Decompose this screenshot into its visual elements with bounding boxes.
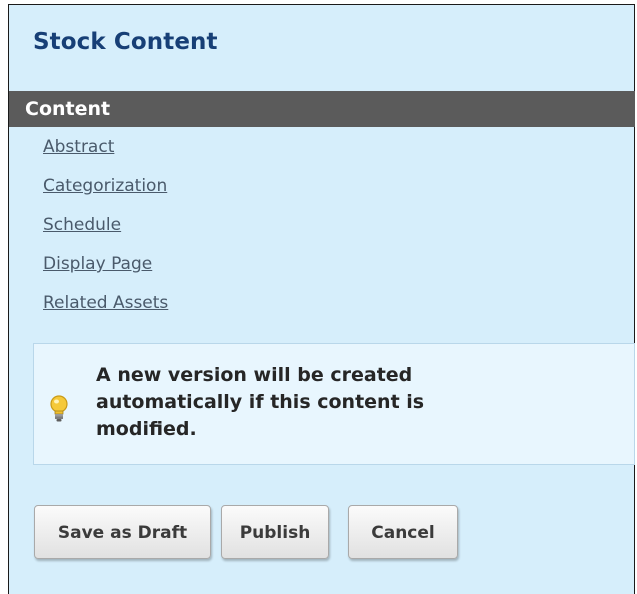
list-item: Abstract	[43, 137, 168, 176]
display-page-link[interactable]: Display Page	[43, 254, 152, 274]
related-assets-link[interactable]: Related Assets	[43, 293, 168, 313]
lightbulb-icon	[50, 395, 68, 422]
version-notice: A new version will be created automatica…	[33, 343, 635, 465]
cancel-button[interactable]: Cancel	[348, 505, 458, 559]
categorization-link[interactable]: Categorization	[43, 176, 167, 196]
save-as-draft-button[interactable]: Save as Draft	[34, 505, 211, 559]
list-item: Related Assets	[43, 293, 168, 332]
list-item: Categorization	[43, 176, 168, 215]
list-item: Schedule	[43, 215, 168, 254]
list-item: Display Page	[43, 254, 168, 293]
schedule-link[interactable]: Schedule	[43, 215, 121, 235]
panel-title: Stock Content	[33, 29, 218, 55]
content-links-list: Abstract Categorization Schedule Display…	[43, 137, 168, 332]
abstract-link[interactable]: Abstract	[43, 137, 114, 157]
publish-button[interactable]: Publish	[221, 505, 329, 559]
stock-content-panel: Stock Content Content Abstract Categoriz…	[8, 4, 635, 594]
notice-message: A new version will be created automatica…	[96, 364, 425, 440]
content-section-header: Content	[9, 91, 635, 127]
